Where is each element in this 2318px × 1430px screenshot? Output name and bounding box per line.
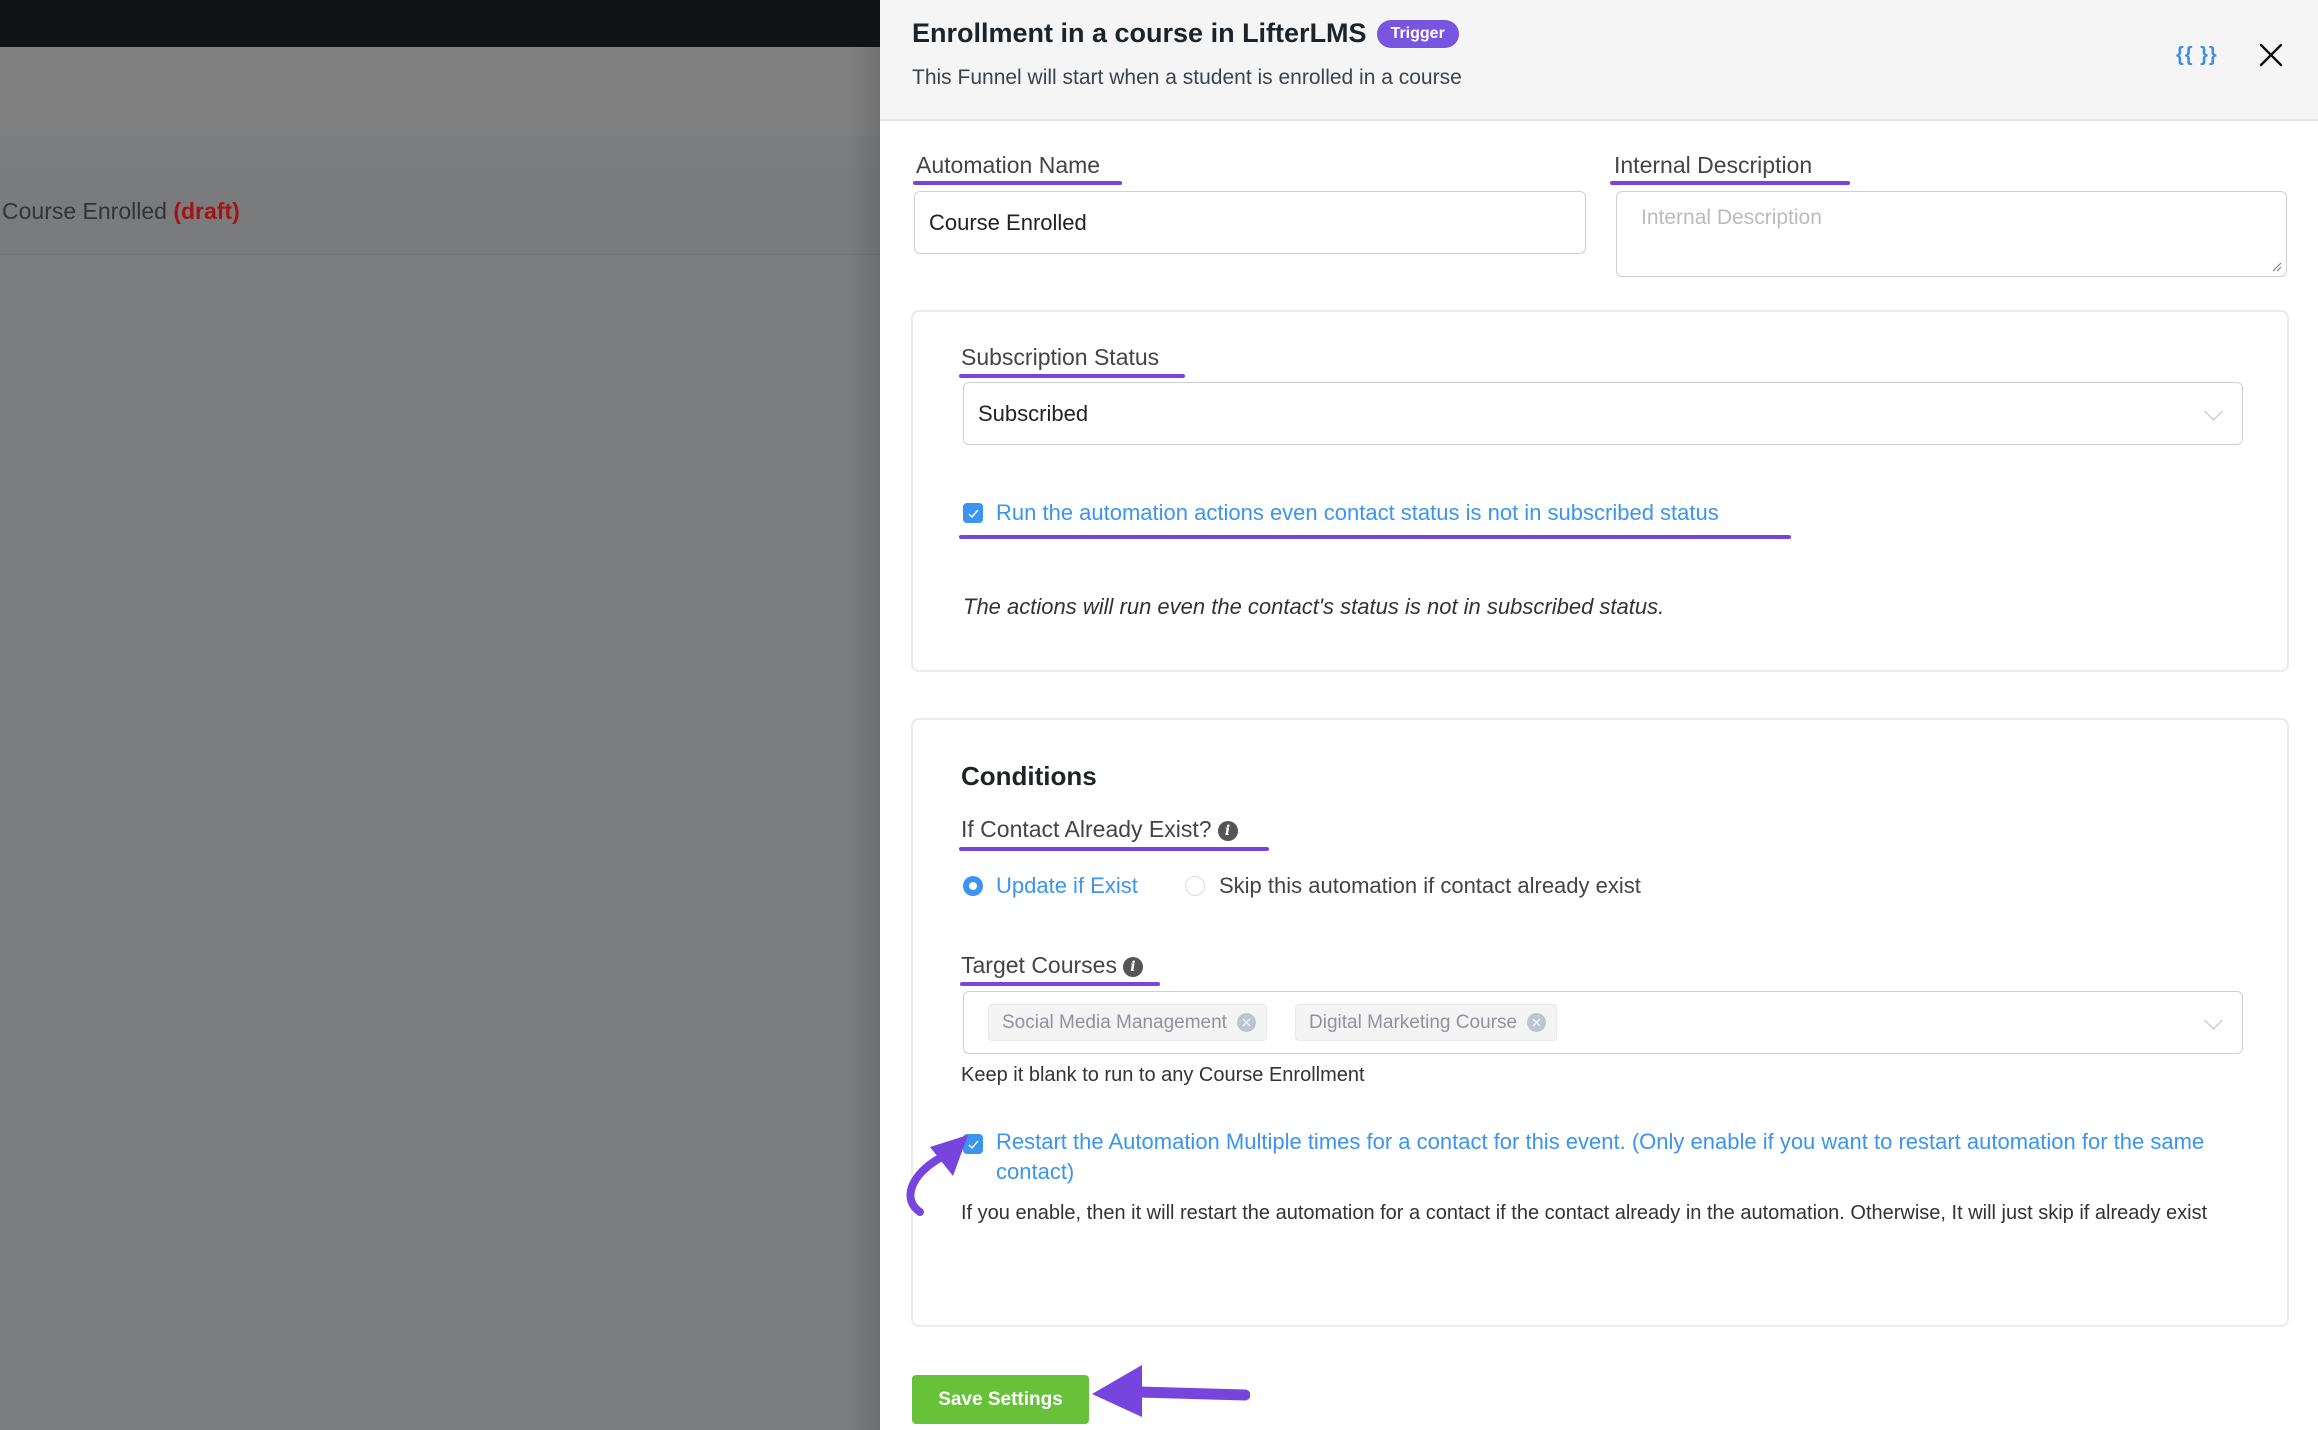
course-tag: Digital Marketing Course	[1295, 1004, 1558, 1041]
admin-top-bar	[0, 0, 880, 47]
chevron-down-icon	[2204, 401, 2223, 421]
automation-name-label: Automation Name	[916, 152, 1101, 178]
automation-list-row: Course Enrolled (draft)	[0, 166, 880, 255]
annotation-underline	[913, 181, 1122, 185]
drawer-header: Enrollment in a course in LifterLMS Trig…	[880, 0, 2318, 121]
annotation-arrow-icon	[1092, 1365, 1250, 1417]
tag-remove-icon[interactable]	[1527, 1013, 1547, 1032]
info-icon[interactable]: i	[1217, 821, 1238, 841]
radio-update-if-exist[interactable]	[963, 876, 983, 896]
smartcode-icon[interactable]: {{ }}	[2176, 44, 2218, 67]
checkmark-icon	[968, 1140, 979, 1149]
automation-row-title: Course Enrolled (draft)	[2, 198, 240, 224]
annotation-underline	[1610, 181, 1850, 185]
tag-remove-icon[interactable]	[1236, 1013, 1256, 1032]
restart-automation-label[interactable]: Restart the Automation Multiple times fo…	[996, 1127, 2246, 1187]
trigger-badge: Trigger	[1376, 19, 1459, 48]
target-courses-help: Keep it blank to run to any Course Enrol…	[961, 1064, 1365, 1086]
checkmark-icon	[968, 509, 979, 518]
annotation-underline	[960, 982, 1160, 986]
internal-description-textarea[interactable]: Internal Description	[1616, 191, 2287, 277]
resize-handle-icon[interactable]	[2270, 260, 2282, 272]
save-settings-button[interactable]: Save Settings	[912, 1375, 1089, 1424]
target-courses-multiselect[interactable]: Social Media Management Digital Marketin…	[963, 991, 2243, 1054]
course-tag: Social Media Management	[988, 1004, 1267, 1041]
radio-skip-if-exist[interactable]	[1185, 876, 1205, 896]
radio-skip-if-exist-label[interactable]: Skip this automation if contact already …	[1219, 873, 1641, 899]
subscription-status-label: Subscription Status	[961, 344, 1160, 370]
subscription-note: The actions will run even the contact's …	[963, 594, 1665, 619]
annotation-underline	[959, 847, 1269, 851]
subscription-status-select[interactable]: Subscribed	[963, 382, 2243, 445]
info-icon[interactable]: i	[1122, 957, 1143, 977]
conditions-card: Conditions If Contact Already Exist? i Up…	[911, 718, 2289, 1327]
internal-description-label: Internal Description	[1614, 152, 1813, 178]
radio-update-if-exist-label[interactable]: Update if Exist	[996, 873, 1138, 899]
drawer-title: Enrollment in a course in LifterLMS Trig…	[912, 18, 1459, 49]
trigger-settings-drawer: Enrollment in a course in LifterLMS Trig…	[880, 0, 2318, 1430]
contact-exist-label: If Contact Already Exist? i	[961, 816, 1238, 843]
conditions-heading: Conditions	[961, 761, 1097, 791]
run-even-unsubscribed-checkbox[interactable]	[963, 503, 983, 523]
chevron-down-icon	[2204, 1010, 2223, 1030]
drawer-subtitle: This Funnel will start when a student is…	[912, 66, 1462, 89]
restart-automation-help: If you enable, then it will restart the …	[961, 1202, 2208, 1224]
automation-name-input[interactable]: Course Enrolled	[914, 191, 1586, 254]
page-header-band	[0, 47, 880, 136]
annotation-underline	[959, 535, 1791, 539]
close-icon[interactable]	[2256, 40, 2286, 70]
subscription-card: Subscription Status Subscribed Run the a…	[911, 310, 2289, 672]
overlay-shadow	[850, 47, 880, 1430]
target-courses-label: Target Courses i	[961, 952, 1143, 979]
run-even-unsubscribed-label[interactable]: Run the automation actions even contact …	[996, 498, 1719, 528]
draft-status: (draft)	[173, 198, 240, 224]
restart-automation-checkbox[interactable]	[963, 1134, 983, 1154]
annotation-underline	[959, 374, 1185, 378]
